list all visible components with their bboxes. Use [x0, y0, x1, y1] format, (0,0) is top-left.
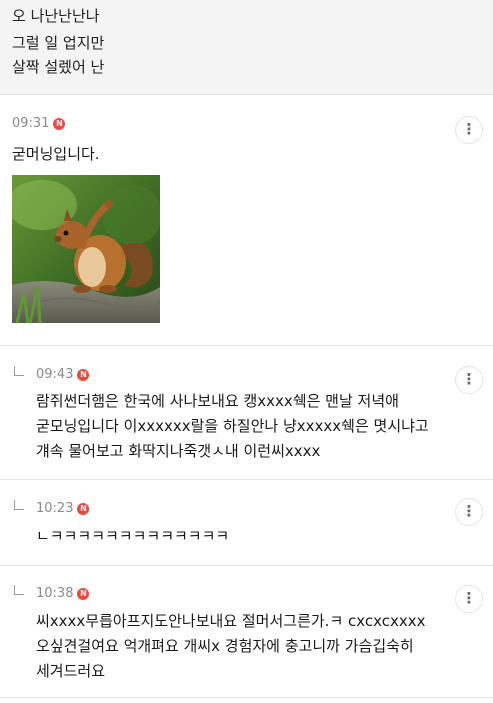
more-options-button[interactable]: ⋮ — [455, 585, 483, 613]
reply-arrow-icon — [14, 500, 24, 510]
comment-text: 굳머닝입니다. — [12, 145, 100, 163]
new-badge-icon: N — [77, 588, 90, 600]
comment-text: 걔속 물어보고 화딱지나죽갯ㅅ내 이런씨xxxx — [36, 442, 321, 460]
more-options-button[interactable]: ⋮ — [455, 366, 483, 394]
comment-text: ㄴㅋㅋㅋㅋㅋㅋㅋㅋㅋㅋㅋㅋㅋ — [36, 527, 230, 545]
post-text-line: 살짝 설렜어 난 — [12, 58, 105, 76]
comment-meta: 09:43 N — [36, 367, 90, 383]
comment-time: 10:38 — [36, 586, 74, 601]
reply-arrow-icon — [14, 366, 24, 376]
reply-comment: 09:43 N ⋮ 람쥐썬더햄은 한국에 사나보내요 캥xxxx쉑은 맨날 저녁… — [0, 346, 493, 480]
comment-meta: 10:38 N — [36, 586, 90, 602]
comment-meta: 10:23 N — [36, 501, 90, 517]
reply-comment: 10:38 N ⋮ 씨xxxx무릅아프지도안나보내요 절머서그른가.ㅋ cxcx… — [0, 566, 493, 698]
comment-time: 10:23 — [36, 501, 74, 516]
reply-comment: 10:23 N ⋮ ㄴㅋㅋㅋㅋㅋㅋㅋㅋㅋㅋㅋㅋㅋ — [0, 480, 493, 566]
reply-arrow-icon — [14, 585, 24, 595]
comment-text: 세겨드러요 — [36, 662, 106, 680]
comment-text: 굳모닝입니다 이xxxxxx랄을 하질안나 냥xxxxx쉑은 몃시냐고 — [36, 417, 429, 435]
comment-text: 람쥐썬더햄은 한국에 사나보내요 캥xxxx쉑은 맨날 저녁애 — [36, 392, 399, 410]
new-badge-icon: N — [77, 369, 90, 381]
post-text-line: 그럴 일 업지만 — [12, 34, 105, 52]
comment: 09:31 N ⋮ 굳머닝입니다. — [0, 95, 493, 346]
post-text-line: 오 나난난난나 — [12, 7, 100, 25]
squirrel-image — [12, 175, 160, 323]
squirrel-photo[interactable] — [12, 175, 160, 323]
new-badge-icon: N — [53, 118, 66, 130]
more-options-button[interactable]: ⋮ — [455, 116, 483, 144]
comment-meta: 09:31 N — [12, 116, 66, 132]
new-badge-icon: N — [77, 503, 90, 515]
previous-post-block: 오 나난난난나 그럴 일 업지만 살짝 설렜어 난 — [0, 0, 493, 95]
comment-text: 씨xxxx무릅아프지도안나보내요 절머서그른가.ㅋ cxcxcxxxx — [36, 612, 426, 630]
comment-text: 오싶견걸여요 억개펴요 개씨x 경험자에 충고니까 가슴깁숙히 — [36, 637, 414, 655]
comment-time: 09:31 — [12, 116, 50, 131]
comment-time: 09:43 — [36, 367, 74, 382]
more-options-button[interactable]: ⋮ — [455, 498, 483, 526]
